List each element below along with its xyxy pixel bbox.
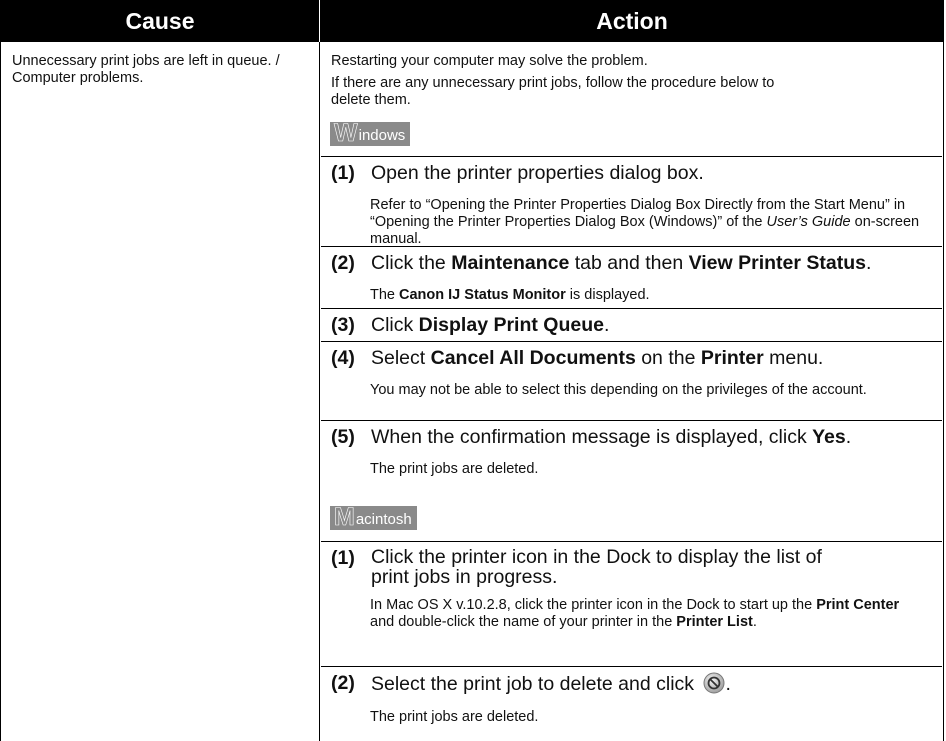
header-cause: Cause [1,0,319,42]
step-divider [321,308,942,309]
macintosh-badge-initial: M [334,503,355,531]
step-divider [321,156,942,157]
step-number: (2) [331,252,355,274]
windows-step-1: (1) Open the printer properties dialog bo… [331,162,931,184]
step-text: Select the print job to delete and click… [371,672,926,699]
step-number: (3) [331,314,355,336]
windows-step-1-note: Refer to “Opening the Printer Properties… [370,197,920,247]
windows-badge-initial: W [334,119,358,147]
step-divider [321,341,942,342]
step-text: Open the printer properties dialog box. [371,162,704,184]
windows-step-2: (2) Click the Maintenance tab and then Vi… [331,252,931,274]
delete-job-icon [703,672,725,699]
step-text: When the confirmation message is display… [371,426,852,448]
column-divider [319,42,320,741]
step-text: Select Cancel All Documents on the Print… [371,347,824,369]
header-action: Action [320,0,944,42]
step-text: Click Display Print Queue. [371,314,610,336]
step-number: (1) [331,547,355,569]
cause-text: Unnecessary print jobs are left in queue… [12,53,280,86]
step-number: (4) [331,347,355,369]
windows-step-2-note: The Canon IJ Status Monitor is displayed… [370,287,650,303]
macintosh-badge: Macintosh [330,503,417,531]
step-number: (5) [331,426,355,448]
step-number: (1) [331,162,355,184]
intro-line1: Restarting your computer may solve the p… [331,53,648,69]
intro-line2: If there are any unnecessary print jobs,… [331,75,775,108]
windows-step-4-note: You may not be able to select this depen… [370,382,867,398]
macintosh-badge-rest: acintosh [355,511,412,528]
windows-step-4: (4) Select Cancel All Documents on the Pr… [331,347,931,369]
step-divider [321,666,942,667]
windows-step-5: (5) When the confirmation message is disp… [331,426,931,448]
windows-step-5-note: The print jobs are deleted. [370,461,539,477]
step-divider [321,541,942,542]
windows-badge: Windows [330,119,411,147]
step-divider [321,246,942,247]
mac-step-1-note: In Mac OS X v.10.2.8, click the printer … [370,597,900,630]
cause-action-table: Cause Action Unnecessary print jobs are … [0,0,944,741]
mac-step-2-note: The print jobs are deleted. [370,709,539,725]
users-guide-title: User’s Guide [766,214,851,230]
step-text: Click the printer icon in the Dock to di… [371,546,822,588]
step-number: (2) [331,672,355,694]
windows-badge-rest: indows [358,127,406,144]
mac-step-2: (2) Select the print job to delete and cl… [331,672,931,699]
mac-step-1: (1) Click the printer icon in the Dock to… [331,547,931,587]
step-divider [321,420,942,421]
windows-step-3: (3) Click Display Print Queue. [331,314,931,336]
step-text: Click the Maintenance tab and then View … [371,252,872,274]
